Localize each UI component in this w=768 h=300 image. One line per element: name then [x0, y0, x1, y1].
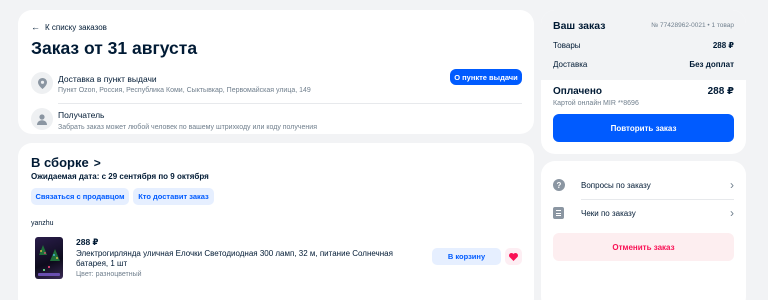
product-name[interactable]: Электрогирлянда уличная Елочки Светодиод…	[76, 249, 421, 269]
goods-value: 288 ₽	[712, 41, 734, 50]
delivery-title: Доставка в пункт выдачи	[58, 74, 157, 84]
divider	[581, 199, 734, 200]
shipment-card: В сборке > Ожидаемая дата: с 29 сентября…	[18, 143, 534, 300]
location-pin-icon	[31, 72, 53, 94]
payment-method: Картой онлайн MIR **8696	[553, 100, 639, 107]
summary-title: Ваш заказ	[553, 20, 606, 32]
receipt-icon	[553, 207, 564, 219]
paid-label: Оплачено	[553, 86, 602, 97]
chevron-right-icon: >	[93, 155, 101, 170]
product-price: 288 ₽	[76, 237, 99, 247]
chevron-right-icon: ›	[730, 178, 734, 192]
back-to-orders-link[interactable]: ← К списку заказов	[31, 22, 107, 32]
delivery-address: Пункт Ozon, Россия, Республика Коми, Сык…	[58, 87, 311, 94]
product-image[interactable]	[35, 237, 63, 279]
questions-about-order[interactable]: ? Вопросы по заказу ›	[553, 176, 734, 194]
order-number: № 77428962-0021 • 1 товар	[651, 22, 734, 29]
expected-date: Ожидаемая дата: с 29 сентября по 9 октяб…	[31, 172, 209, 181]
arrow-left-icon: ←	[31, 22, 40, 32]
order-info-card: ← К списку заказов Заказ от 31 августа Д…	[18, 10, 534, 134]
divider	[58, 103, 522, 104]
add-to-cart-button[interactable]: В корзину	[432, 248, 501, 265]
delivery-cost-value: Без доплат	[689, 60, 734, 69]
person-icon	[31, 108, 53, 130]
recipient-title: Получатель	[58, 110, 105, 120]
chevron-right-icon: ›	[730, 206, 734, 220]
order-summary-card: Ваш заказ № 77428962-0021 • 1 товар Това…	[541, 10, 746, 154]
delivery-cost-label: Доставка	[553, 60, 588, 69]
goods-label: Товары	[553, 41, 581, 50]
questions-label: Вопросы по заказу	[581, 180, 651, 190]
shipment-status-link[interactable]: В сборке >	[31, 155, 101, 170]
back-link-label: К списку заказов	[45, 22, 107, 32]
receipts-for-order[interactable]: Чеки по заказу ›	[553, 204, 734, 222]
repeat-order-button[interactable]: Повторить заказ	[553, 114, 734, 142]
shipment-status: В сборке	[31, 155, 89, 170]
cancel-order-button[interactable]: Отменить заказ	[553, 233, 734, 261]
receipts-label: Чеки по заказу	[581, 208, 636, 218]
heart-icon[interactable]	[505, 248, 522, 265]
product-color: Цвет: разноцветный	[76, 271, 142, 278]
order-actions-card: ? Вопросы по заказу › Чеки по заказу › О…	[541, 161, 746, 300]
pickup-point-button[interactable]: О пункте выдачи	[450, 69, 522, 85]
recipient-hint: Забрать заказ может любой человек по ваш…	[58, 124, 317, 131]
contact-seller-button[interactable]: Связаться с продавцом	[31, 188, 129, 205]
paid-value: 288 ₽	[707, 86, 734, 97]
who-delivers-button[interactable]: Кто доставит заказ	[133, 188, 214, 205]
seller-name[interactable]: yanzhu	[31, 220, 54, 227]
question-icon: ?	[553, 179, 565, 191]
page-title: Заказ от 31 августа	[31, 38, 198, 58]
